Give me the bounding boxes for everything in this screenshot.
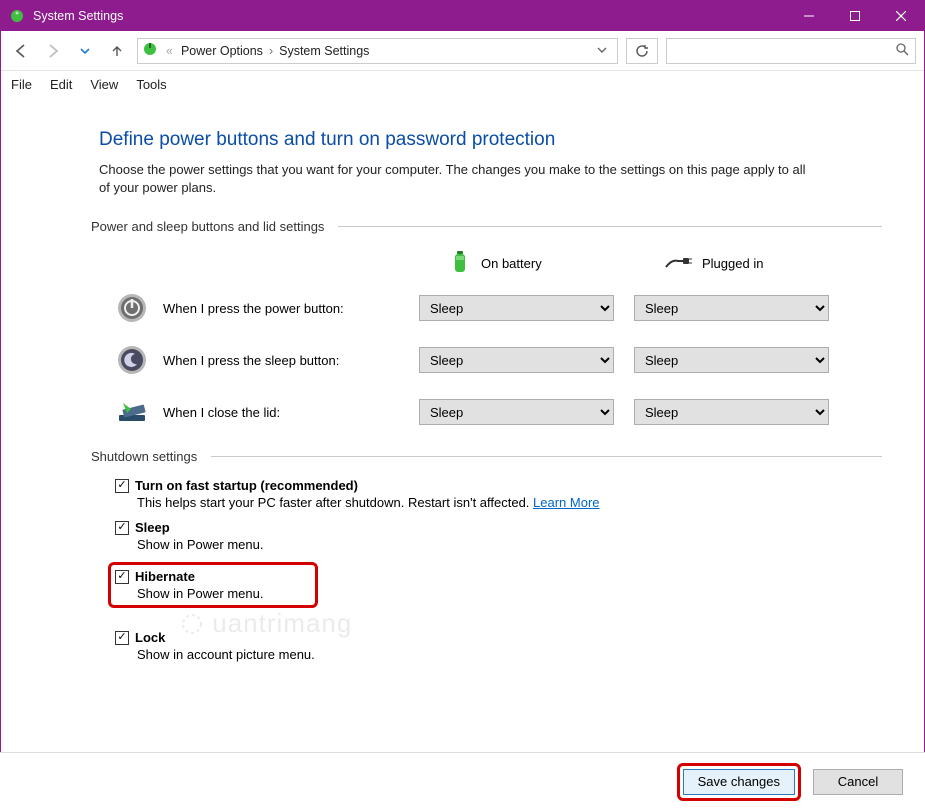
breadcrumb-system-settings[interactable]: System Settings — [279, 44, 369, 58]
fast-startup-checkbox[interactable]: ✓ — [115, 479, 129, 493]
power-button-battery-select[interactable]: Sleep — [419, 295, 614, 321]
page-description: Choose the power settings that you want … — [99, 161, 819, 197]
column-plugged-in-label: Plugged in — [702, 256, 763, 271]
shutdown-hibernate: ✓ Hibernate Show in Power menu. — [108, 562, 318, 608]
row-sleep-button-label: When I press the sleep button: — [163, 353, 339, 368]
battery-icon — [449, 248, 471, 279]
forward-button[interactable] — [41, 39, 65, 63]
row-close-lid-label: When I close the lid: — [163, 405, 280, 420]
search-icon — [895, 42, 909, 59]
menu-view[interactable]: View — [90, 77, 118, 92]
row-sleep-button: When I press the sleep button: Sleep Sle… — [99, 341, 882, 379]
menu-tools[interactable]: Tools — [136, 77, 166, 92]
content-area: Define power buttons and turn on passwor… — [1, 97, 924, 752]
control-panel-icon — [142, 41, 158, 60]
address-bar[interactable]: « Power Options › System Settings — [137, 38, 618, 64]
plug-icon — [664, 253, 692, 274]
breadcrumb-prefix: « — [164, 44, 175, 58]
row-close-lid: When I close the lid: Sleep Sleep — [99, 393, 882, 431]
maximize-button[interactable] — [832, 1, 878, 31]
address-history-dropdown[interactable] — [591, 44, 613, 58]
section-shutdown-label: Shutdown settings — [91, 449, 882, 464]
sleep-desc: Show in Power menu. — [137, 537, 882, 552]
sleep-checkbox[interactable]: ✓ — [115, 521, 129, 535]
hibernate-desc: Show in Power menu. — [137, 586, 307, 601]
window-title: System Settings — [33, 9, 123, 23]
close-button[interactable] — [878, 1, 924, 31]
shutdown-lock: ✓ Lock Show in account picture menu. — [115, 630, 882, 662]
back-button[interactable] — [9, 39, 33, 63]
recent-locations-button[interactable] — [73, 39, 97, 63]
column-on-battery-label: On battery — [481, 256, 542, 271]
column-on-battery: On battery — [419, 248, 614, 279]
section-power-buttons-label: Power and sleep buttons and lid settings — [91, 219, 882, 234]
column-plugged-in: Plugged in — [634, 253, 829, 274]
power-button-plugged-select[interactable]: Sleep — [634, 295, 829, 321]
breadcrumb-power-options[interactable]: Power Options — [181, 44, 263, 58]
row-power-button-label: When I press the power button: — [163, 301, 344, 316]
app-icon — [9, 8, 25, 24]
row-power-button: When I press the power button: Sleep Sle… — [99, 289, 882, 327]
hibernate-title: Hibernate — [135, 569, 195, 584]
refresh-button[interactable] — [626, 38, 658, 64]
menu-file[interactable]: File — [11, 77, 32, 92]
titlebar: System Settings — [1, 1, 924, 31]
power-button-icon — [113, 289, 151, 327]
menu-edit[interactable]: Edit — [50, 77, 72, 92]
navbar: « Power Options › System Settings — [1, 31, 924, 71]
sleep-title: Sleep — [135, 520, 170, 535]
close-lid-battery-select[interactable]: Sleep — [419, 399, 614, 425]
fast-startup-title: Turn on fast startup (recommended) — [135, 478, 358, 493]
lock-checkbox[interactable]: ✓ — [115, 631, 129, 645]
up-button[interactable] — [105, 39, 129, 63]
learn-more-link[interactable]: Learn More — [533, 495, 599, 510]
cancel-button[interactable]: Cancel — [813, 769, 903, 795]
menu-bar: File Edit View Tools — [1, 71, 924, 97]
sleep-button-battery-select[interactable]: Sleep — [419, 347, 614, 373]
fast-startup-desc: This helps start your PC faster after sh… — [137, 495, 882, 510]
minimize-button[interactable] — [786, 1, 832, 31]
chevron-right-icon: › — [269, 44, 273, 58]
save-button-highlight: Save changes — [677, 763, 801, 801]
save-changes-button[interactable]: Save changes — [683, 769, 795, 795]
page-title: Define power buttons and turn on passwor… — [99, 129, 882, 151]
sleep-button-plugged-select[interactable]: Sleep — [634, 347, 829, 373]
search-input[interactable] — [666, 38, 916, 64]
sleep-button-icon — [113, 341, 151, 379]
lock-title: Lock — [135, 630, 165, 645]
lid-icon — [113, 393, 151, 431]
close-lid-plugged-select[interactable]: Sleep — [634, 399, 829, 425]
hibernate-checkbox[interactable]: ✓ — [115, 570, 129, 584]
footer: Save changes Cancel — [0, 752, 925, 810]
shutdown-fast-startup: ✓ Turn on fast startup (recommended) Thi… — [115, 478, 882, 510]
lock-desc: Show in account picture menu. — [137, 647, 882, 662]
shutdown-sleep: ✓ Sleep Show in Power menu. — [115, 520, 882, 552]
